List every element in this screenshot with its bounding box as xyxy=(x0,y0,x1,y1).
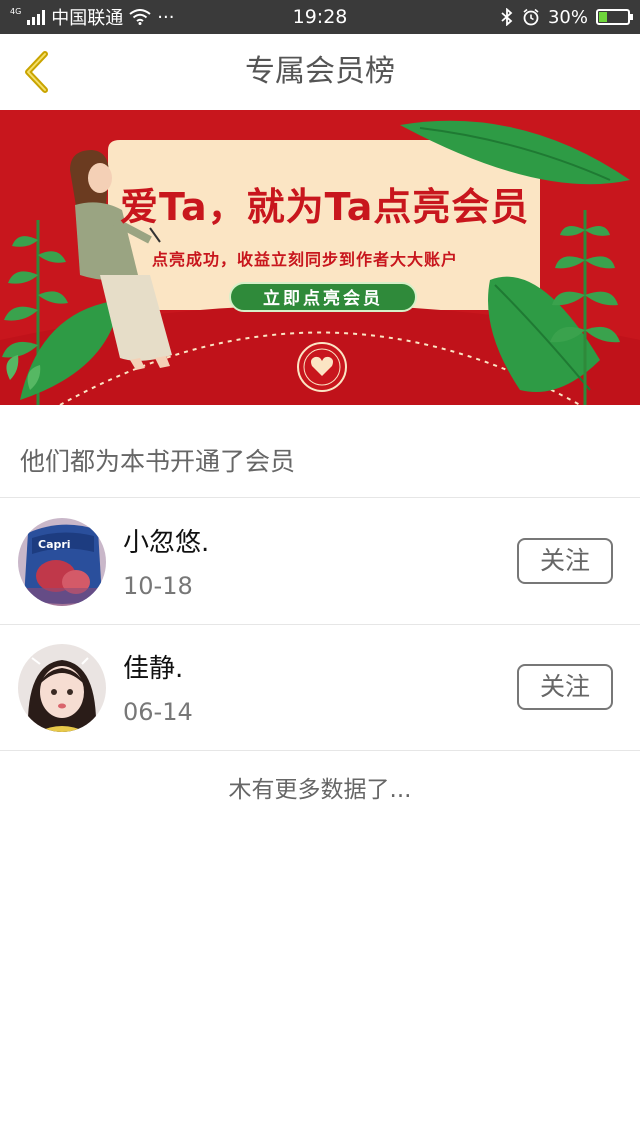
member-date: 06-14 xyxy=(123,698,193,726)
member-date: 10-18 xyxy=(123,572,193,600)
follow-button[interactable]: 关注 xyxy=(517,664,613,710)
battery-percent: 30% xyxy=(547,6,588,28)
chevron-left-icon xyxy=(25,51,48,93)
status-bar: 4G 中国联通 ··· 19:28 30% xyxy=(0,0,640,34)
list-item[interactable]: 佳静. 06-14 关注 xyxy=(0,624,640,750)
battery-icon xyxy=(596,9,633,25)
alarm-icon xyxy=(523,8,539,26)
promo-banner[interactable]: 爱Ta，就为Ta点亮会员 点亮成功，收益立刻同步到作者大大账户 立即点亮会员 xyxy=(0,110,640,405)
status-right: 30% xyxy=(500,0,633,34)
svg-text:Capri: Capri xyxy=(38,538,71,551)
avatar[interactable] xyxy=(18,644,106,732)
bluetooth-icon xyxy=(501,8,513,26)
no-more-data-text: 木有更多数据了... xyxy=(228,777,412,803)
follow-button[interactable]: 关注 xyxy=(517,538,613,584)
back-button[interactable] xyxy=(8,44,64,100)
banner-subtitle: 点亮成功，收益立刻同步到作者大大账户 xyxy=(152,250,459,269)
member-name: 小忽悠. xyxy=(123,528,210,558)
divider xyxy=(0,750,640,751)
girl-portrait-image xyxy=(18,644,106,732)
member-name: 佳静. xyxy=(123,654,184,684)
page-title: 专属会员榜 xyxy=(245,54,395,89)
banner-headline: 爱Ta，就为Ta点亮会员 xyxy=(120,185,530,229)
snack-package-image: Capri xyxy=(18,518,106,606)
list-item[interactable]: Capri 小忽悠. 10-18 关注 xyxy=(0,498,640,624)
activate-membership-button[interactable]: 立即点亮会员 xyxy=(229,282,417,312)
nav-header: 专属会员榜 xyxy=(0,34,640,110)
section-title: 他们都为本书开通了会员 xyxy=(20,447,296,476)
avatar[interactable]: Capri xyxy=(18,518,106,606)
